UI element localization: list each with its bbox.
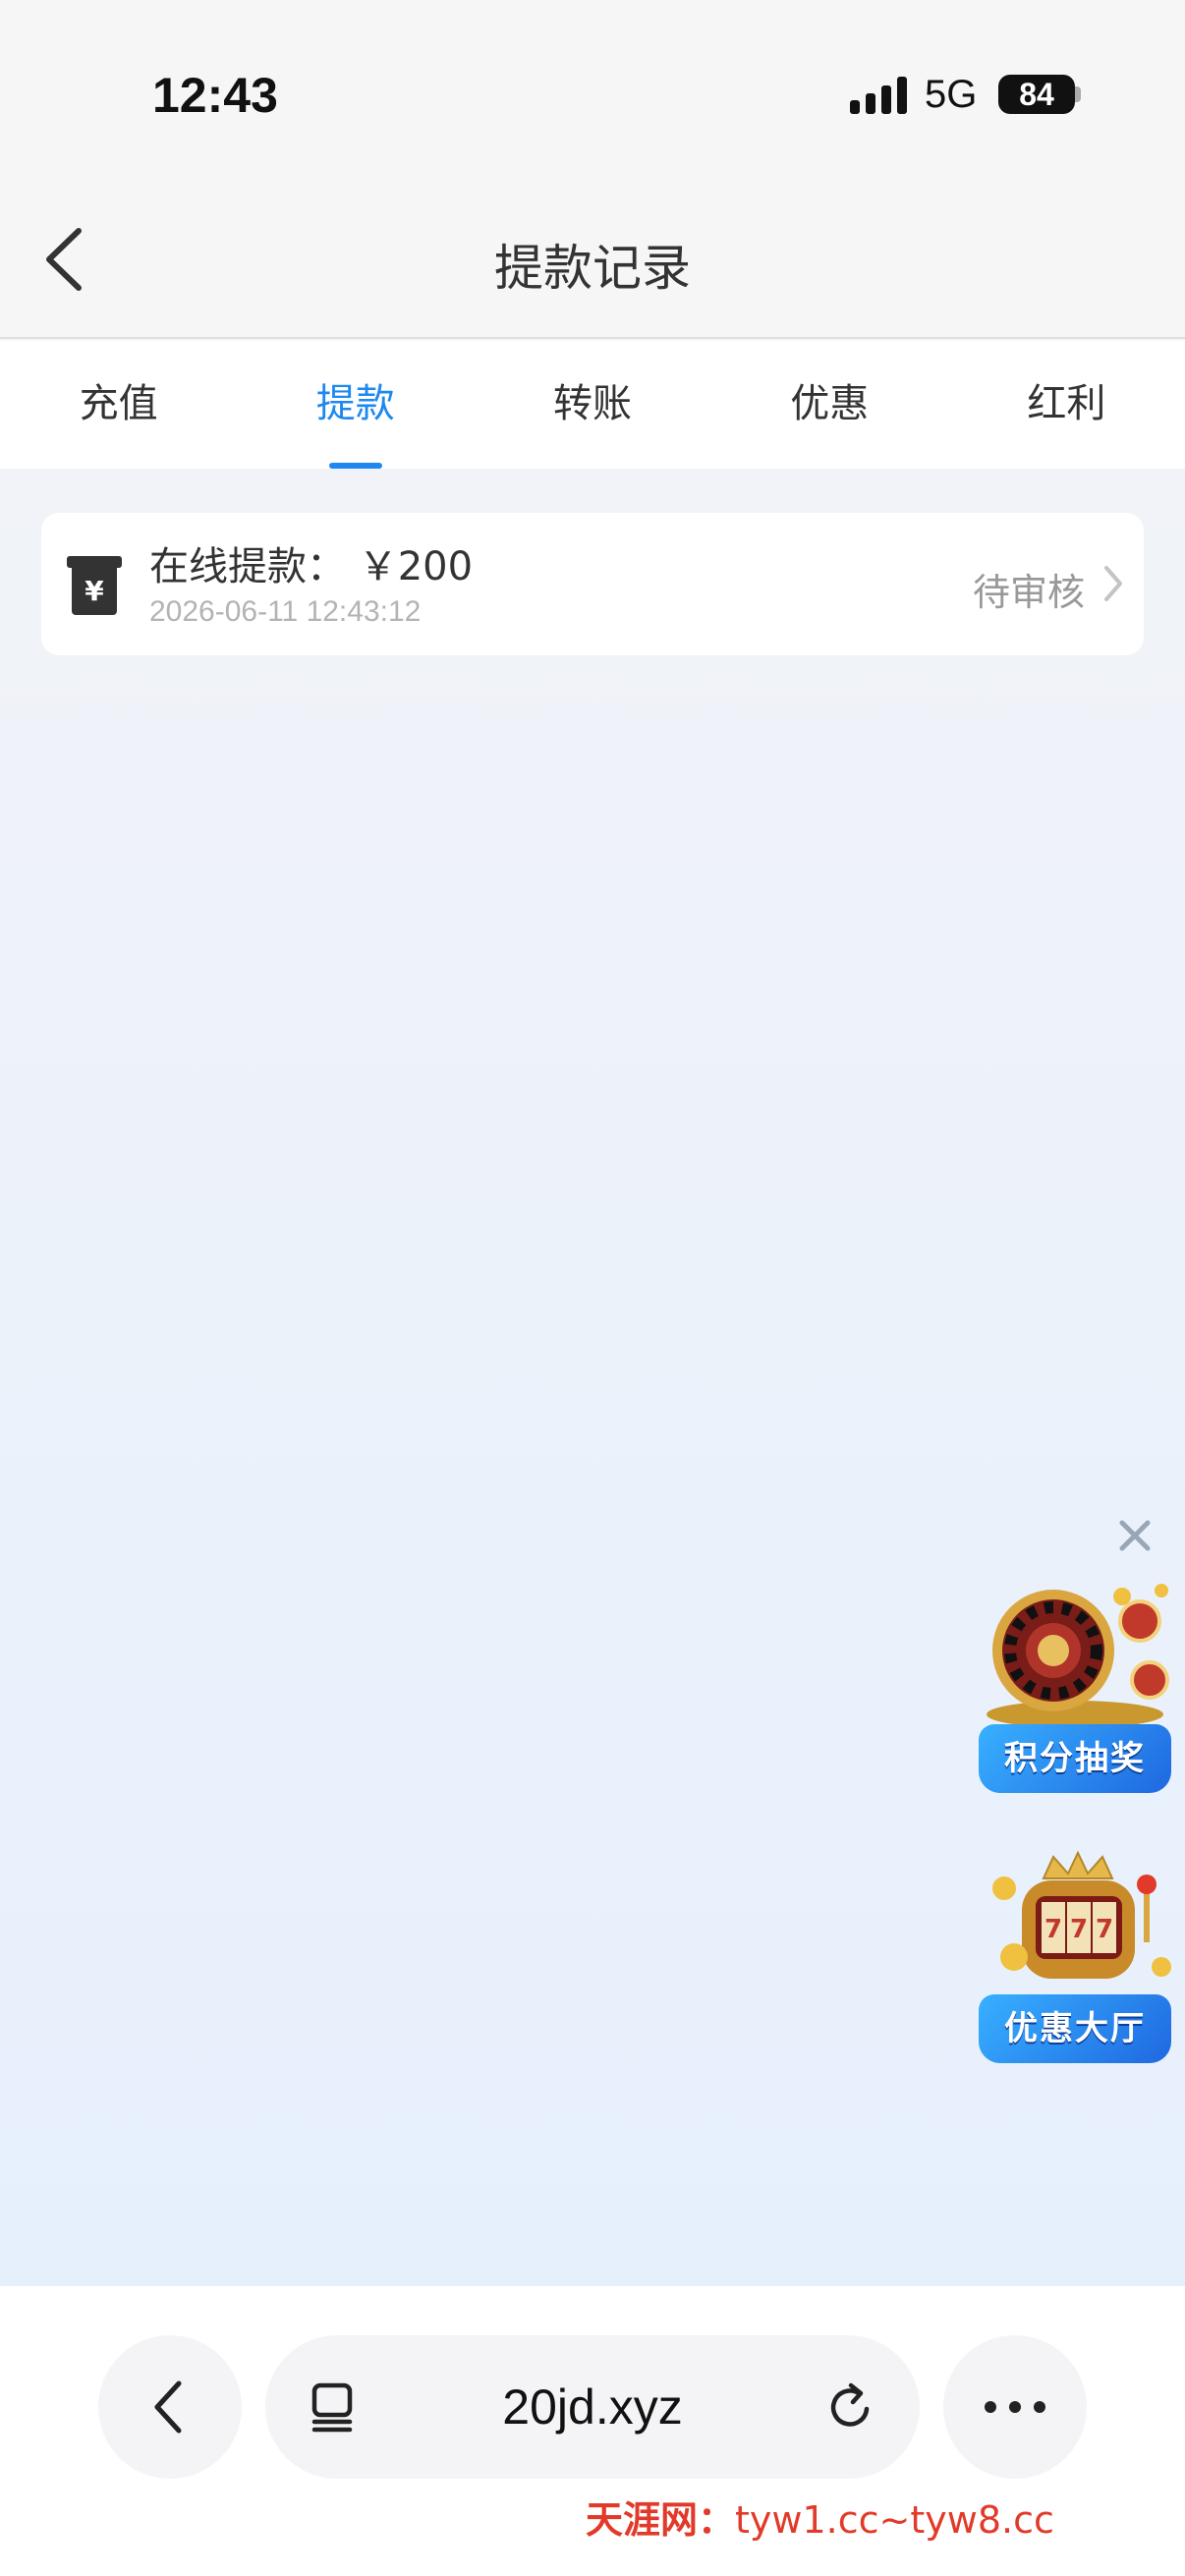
points-lottery-label: 积分抽奖	[979, 1724, 1171, 1793]
offers-hall-widget[interactable]: 7 7 7 优惠大厅	[975, 1849, 1176, 2090]
chevron-right-icon	[1104, 566, 1122, 601]
more-dots-icon	[985, 2401, 1045, 2413]
offers-hall-label: 优惠大厅	[979, 1994, 1171, 2063]
record-tabs: 充值 提款 转账 优惠 红利	[0, 341, 1185, 469]
status-bar: 12:43 5G 84	[0, 0, 1185, 192]
watermark-domains: tyw1.cc~tyw8.cc	[735, 2498, 1054, 2542]
url-text: 20jd.xyz	[502, 2380, 683, 2435]
network-type: 5G	[925, 73, 978, 116]
browser-back-button[interactable]	[98, 2335, 242, 2479]
signal-icon	[850, 77, 907, 114]
withdraw-record-item[interactable]: ¥ 在线提款： ￥200 2026-06-11 12:43:12 待审核	[41, 513, 1144, 655]
watermark-text: 天涯网：tyw1.cc~tyw8.cc	[586, 2490, 1054, 2544]
svg-text:¥: ¥	[85, 575, 104, 607]
svg-text:7: 7	[1070, 1915, 1088, 1944]
slot-machine-icon: 7 7 7	[992, 1850, 1171, 1979]
nav-header: 提款记录	[0, 192, 1185, 339]
tab-bonus[interactable]: 红利	[948, 341, 1185, 469]
watermark-site: 天涯网：	[586, 2497, 736, 2542]
points-lottery-widget[interactable]: 积分抽奖	[975, 1577, 1176, 1813]
close-icon[interactable]	[1112, 1513, 1157, 1558]
reload-icon[interactable]	[823, 2380, 878, 2435]
record-status: 待审核	[972, 571, 1085, 614]
address-bar[interactable]: 20jd.xyz	[265, 2335, 920, 2479]
page-title: 提款记录	[494, 240, 691, 297]
svg-text:7: 7	[1096, 1915, 1113, 1944]
chevron-left-icon	[154, 2380, 182, 2434]
tab-recharge[interactable]: 充值	[0, 341, 237, 469]
tab-withdraw[interactable]: 提款	[237, 341, 474, 469]
atm-withdraw-icon: ¥	[67, 556, 122, 615]
battery-tip	[1075, 86, 1081, 102]
tab-offers[interactable]: 优惠	[711, 341, 948, 469]
status-time: 12:43	[152, 68, 278, 123]
more-options-button[interactable]	[943, 2335, 1087, 2479]
battery-icon: 84	[998, 75, 1075, 114]
svg-text:7: 7	[1044, 1915, 1062, 1944]
record-title: 在线提款： ￥200	[149, 544, 474, 589]
roulette-icon	[987, 1584, 1169, 1724]
tab-transfer[interactable]: 转账	[474, 341, 710, 469]
record-timestamp: 2026-06-11 12:43:12	[149, 595, 422, 628]
